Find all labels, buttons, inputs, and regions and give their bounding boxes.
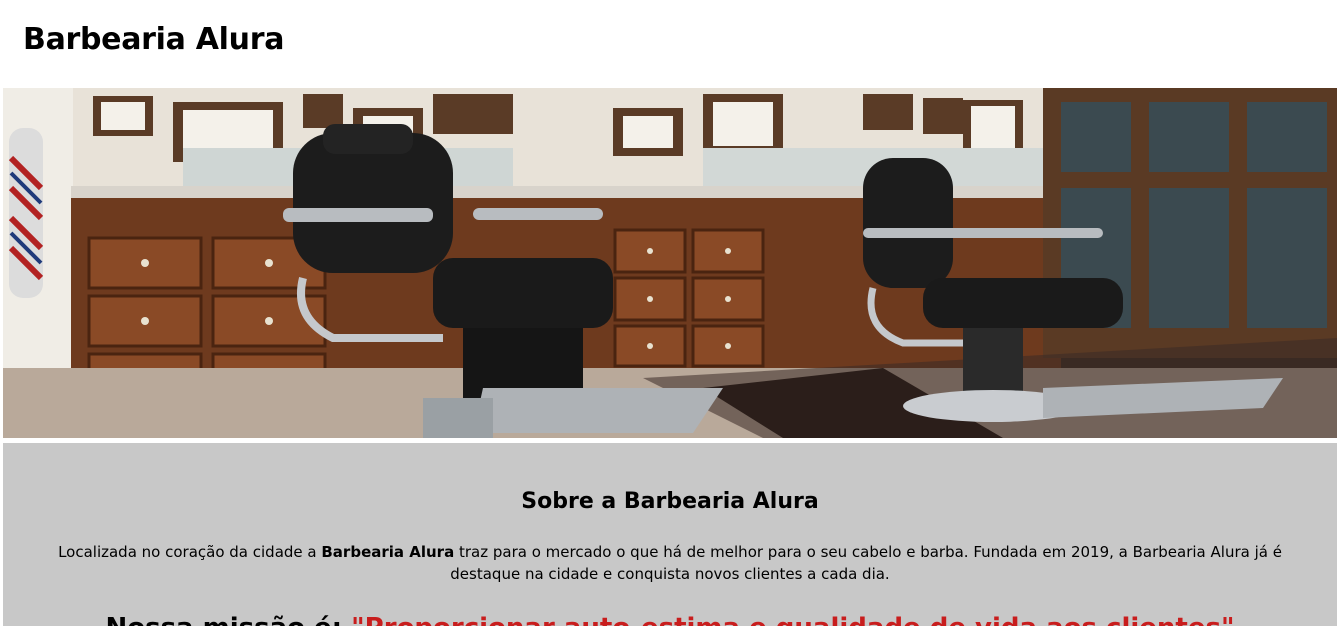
barbershop-photo bbox=[3, 88, 1337, 438]
about-brand-name: Barbearia Alura bbox=[321, 543, 455, 561]
about-description: Localizada no coração da cidade a Barbea… bbox=[33, 541, 1307, 585]
mission-label: Nossa missão é: bbox=[105, 613, 351, 626]
hero-banner-image bbox=[3, 88, 1337, 438]
about-title: Sobre a Barbearia Alura bbox=[521, 489, 819, 514]
site-title: Barbearia Alura bbox=[23, 22, 285, 57]
about-text-before: Localizada no coração da cidade a bbox=[58, 543, 322, 561]
page: Barbearia Alura Sobre a Barbearia Alura … bbox=[0, 0, 1341, 626]
about-section: Sobre a Barbearia Alura Localizada no co… bbox=[3, 443, 1337, 626]
about-text-after: traz para o mercado o que há de melhor p… bbox=[450, 543, 1282, 583]
mission-quote: "Proporcionar auto-estima e qualidade de… bbox=[351, 613, 1234, 626]
mission-statement: Nossa missão é: "Proporcionar auto-estim… bbox=[3, 613, 1337, 626]
